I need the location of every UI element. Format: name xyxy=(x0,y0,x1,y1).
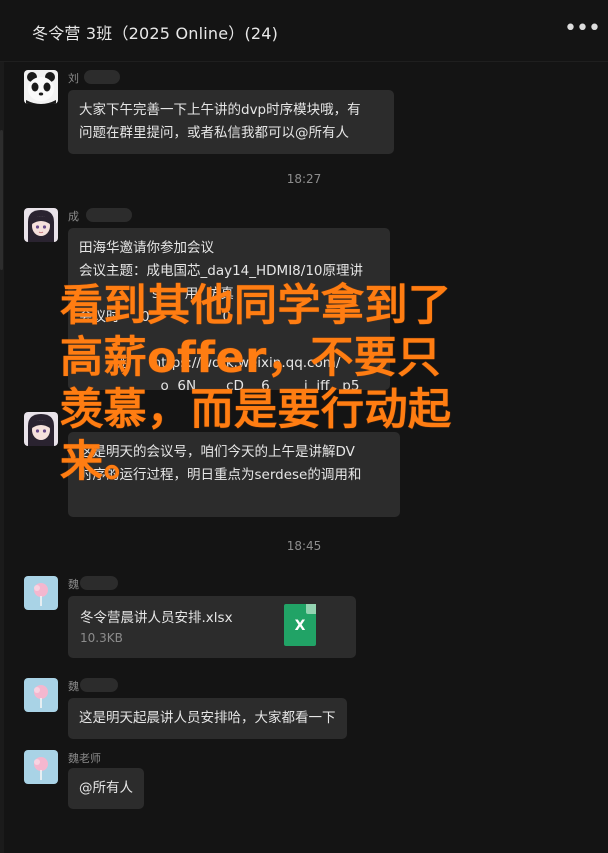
cotton-candy-avatar-icon xyxy=(34,757,48,780)
chat-title: 冬令营 3班（2025 Online）(24) xyxy=(32,24,279,43)
timestamp: 18:27 xyxy=(286,172,322,186)
message-bubble[interactable]: 这是明天起晨讲人员安排哈，大家都看一下 xyxy=(68,698,347,739)
file-name: 冬令营晨讲人员安排.xlsx xyxy=(80,610,233,626)
blurred-name xyxy=(84,70,120,84)
sender-name: 刘 xyxy=(68,72,79,85)
excel-file-icon: X xyxy=(284,604,316,646)
sender-name: 成 xyxy=(68,210,79,223)
panda-avatar-icon xyxy=(26,72,56,104)
blurred-name xyxy=(80,576,118,590)
message-item: 刘 大家下午完善一下上午讲的dvp时序模块哦，有 问题在群里提问，或者私信我都可… xyxy=(24,70,424,155)
scroll-thumb[interactable] xyxy=(0,130,3,270)
sender-name: 魏 xyxy=(68,578,79,591)
avatar[interactable] xyxy=(24,70,58,104)
avatar[interactable] xyxy=(24,678,58,712)
sender-name: 魏 xyxy=(68,680,79,693)
file-attachment[interactable]: 冬令营晨讲人员安排.xlsx 10.3KB X xyxy=(68,596,356,658)
chat-header: 冬令营 3班（2025 Online）(24) ••• xyxy=(0,0,608,62)
message-item: 魏 冬令营晨讲人员安排.xlsx 10.3KB X xyxy=(24,576,424,662)
excel-letter: X xyxy=(294,618,306,634)
avatar[interactable] xyxy=(24,412,58,446)
cotton-candy-avatar-icon xyxy=(34,583,48,606)
blurred-name xyxy=(80,678,118,692)
message-item: 魏老师 @所有人 xyxy=(24,750,424,814)
file-fold xyxy=(306,604,316,614)
blurred-name xyxy=(86,208,132,222)
timestamp: 18:45 xyxy=(286,539,322,553)
message-item: 魏 这是明天起晨讲人员安排哈，大家都看一下 xyxy=(24,678,424,740)
anime-avatar-icon xyxy=(28,210,54,242)
avatar[interactable] xyxy=(24,750,58,784)
sender-name: 魏老师 xyxy=(68,752,101,765)
message-bubble[interactable]: 大家下午完善一下上午讲的dvp时序模块哦，有 问题在群里提问，或者私信我都可以@… xyxy=(68,90,394,154)
message-bubble[interactable]: @所有人 xyxy=(68,768,144,809)
cotton-candy-avatar-icon xyxy=(34,685,48,708)
file-size: 10.3KB xyxy=(80,631,123,645)
avatar[interactable] xyxy=(24,576,58,610)
avatar[interactable] xyxy=(24,208,58,242)
promo-overlay-text: 看到其他同学拿到了 高薪offer，不要只 羡慕，而是要行动起 来。 xyxy=(60,281,452,487)
more-options-icon[interactable]: ••• xyxy=(564,14,601,44)
anime-avatar-icon xyxy=(28,414,54,446)
